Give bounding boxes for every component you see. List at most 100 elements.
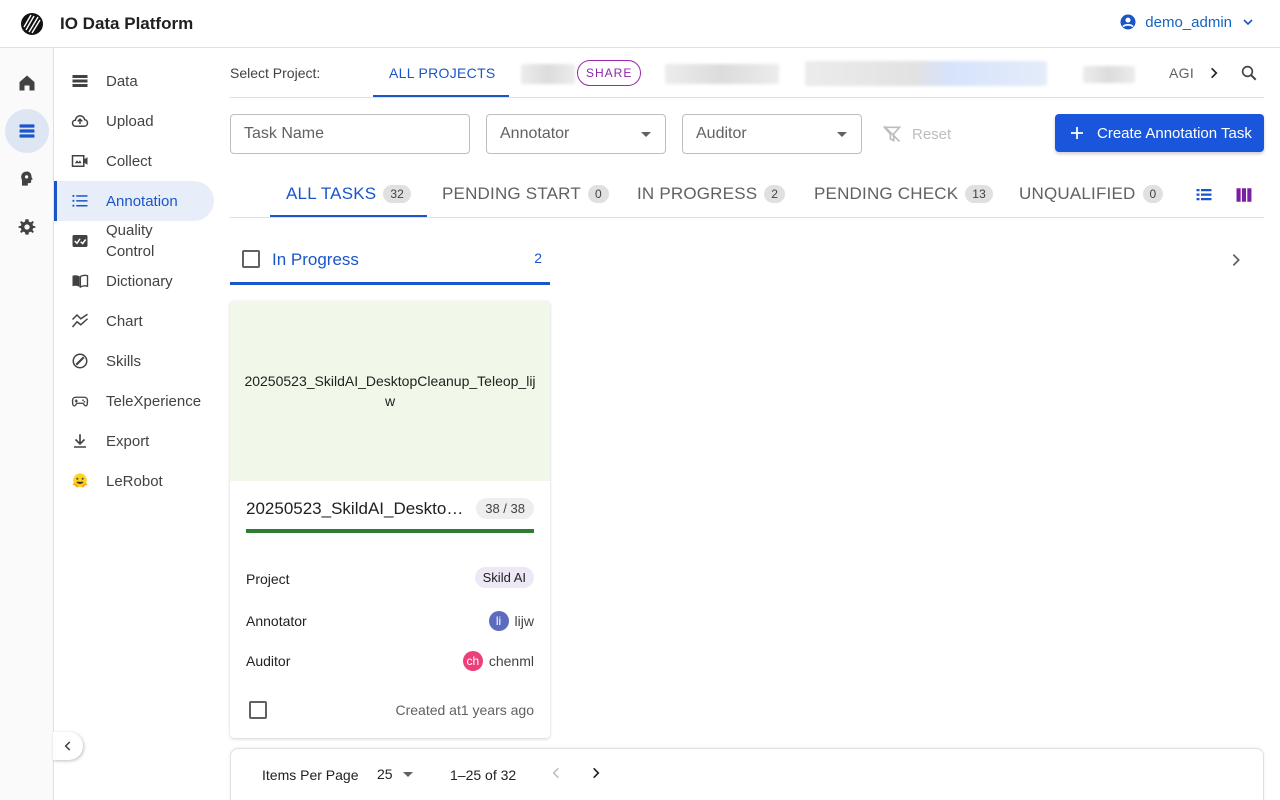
sidebar-item-export[interactable]: Export — [54, 421, 214, 461]
sidebar-item-quality-control[interactable]: Quality Control — [54, 221, 214, 261]
column-select-checkbox[interactable] — [242, 250, 260, 268]
column-header-in-progress: In Progress 2 — [230, 237, 550, 285]
task-title: 20250523_SkildAI_DesktopCleanup_Teleop_l… — [246, 499, 466, 518]
home-icon — [19, 75, 35, 91]
rail-home-button[interactable] — [5, 61, 49, 105]
task-card[interactable]: 20250523_SkildAI_DesktopCleanup_Teleop_l… — [230, 301, 550, 738]
sidebar-item-telexperience[interactable]: TeleXperience — [54, 381, 214, 421]
items-per-page-select[interactable]: 25 — [377, 766, 413, 782]
items-per-page-label: Items Per Page — [262, 767, 359, 783]
chevron-left-icon — [64, 741, 71, 751]
collapse-sidebar-button[interactable] — [53, 732, 83, 760]
active-tab-indicator — [373, 95, 509, 97]
tab-unqualified[interactable]: UNQUALIFIED 0 — [1019, 184, 1164, 204]
column-title: In Progress — [272, 250, 359, 269]
dropdown-caret-icon — [837, 132, 847, 137]
rail-settings-button[interactable] — [5, 205, 49, 249]
sidebar-item-label: Skills — [106, 352, 142, 370]
tab-label: PENDING START — [442, 184, 581, 203]
rail-model-button[interactable] — [5, 157, 49, 201]
task-name-placeholder: Task Name — [244, 125, 325, 142]
tab-in-progress[interactable]: IN PROGRESS 2 — [637, 184, 786, 204]
icon-rail — [0, 48, 54, 800]
sidebar-item-data[interactable]: Data — [54, 61, 214, 101]
sidebar-nav: Data Upload Collect Annotation Quality C… — [54, 61, 214, 501]
list-view-icon[interactable] — [1194, 186, 1214, 204]
annotator-select-label: Annotator — [500, 125, 570, 142]
task-thumbnail[interactable]: 20250523_SkildAI_DesktopCleanup_Teleop_l… — [230, 301, 550, 481]
plus-icon — [1071, 127, 1083, 139]
sidebar-item-chart[interactable]: Chart — [54, 301, 214, 341]
chart-icon — [70, 311, 90, 331]
download-icon — [70, 431, 90, 451]
tab-label: PENDING CHECK — [814, 184, 959, 203]
redacted-project-tab[interactable] — [805, 61, 1047, 86]
tab-label: ALL TASKS — [286, 184, 377, 203]
redacted-project-tab[interactable] — [1083, 66, 1135, 83]
annotator-select[interactable]: Annotator — [486, 114, 666, 154]
avatar: li — [488, 611, 509, 631]
redacted-project-tab[interactable] — [521, 64, 575, 84]
top-app-bar: IO Data Platform demo_admin — [0, 0, 1280, 48]
board-view-icon[interactable] — [1234, 186, 1254, 204]
redacted-project-tab[interactable] — [665, 64, 779, 84]
filter-off-icon — [882, 125, 902, 143]
count-badge: 0 — [587, 185, 609, 203]
tab-label: UNQUALIFIED — [1019, 184, 1136, 203]
sidebar-item-lerobot[interactable]: LeRobot — [54, 461, 214, 501]
thumbnail-text: 20250523_SkildAI_DesktopCleanup_Teleop_l… — [244, 373, 536, 409]
project-chip: Skild AI — [474, 567, 534, 588]
dataset-icon — [19, 124, 35, 138]
items-per-page-value: 25 — [377, 766, 393, 782]
progress-bar — [246, 529, 534, 533]
progress-fill — [246, 529, 534, 533]
previous-page-icon[interactable] — [549, 765, 563, 781]
select-project-label: Select Project: — [230, 65, 321, 81]
share-chip: SHARE — [577, 60, 642, 86]
count-badge: 32 — [383, 185, 412, 203]
chevron-right-icon[interactable] — [1228, 252, 1244, 268]
brain-icon — [21, 171, 33, 186]
sidebar-item-skills[interactable]: Skills — [54, 341, 214, 381]
logo-icon — [21, 13, 43, 35]
sidebar-item-label: Dictionary — [106, 272, 173, 290]
search-icon[interactable] — [1240, 64, 1258, 82]
sidebar-item-annotation[interactable]: Annotation — [54, 181, 214, 221]
auditor-label: Auditor — [246, 653, 291, 669]
tab-label: IN PROGRESS — [637, 184, 758, 203]
project-tabs: Select Project: ALL PROJECTS SHARE AGI — [230, 50, 1264, 98]
storage-icon — [70, 71, 90, 91]
tab-all-projects[interactable]: ALL PROJECTS — [389, 65, 496, 81]
sidebar-item-collect[interactable]: Collect — [54, 141, 214, 181]
sidebar-item-upload[interactable]: Upload — [54, 101, 214, 141]
tab-pending-start[interactable]: PENDING START 0 — [442, 184, 609, 204]
rail-dataset-button[interactable] — [5, 109, 49, 153]
annotator-value: li lijw — [488, 611, 534, 631]
reset-button[interactable]: Reset — [882, 124, 951, 144]
next-page-icon[interactable] — [589, 765, 603, 781]
gamepad-icon — [70, 391, 90, 411]
task-select-checkbox[interactable] — [249, 701, 267, 719]
skills-icon — [70, 351, 90, 371]
chevron-right-icon[interactable] — [1207, 66, 1221, 80]
count-badge: 0 — [1142, 185, 1164, 203]
settings-icon — [18, 219, 36, 235]
auditor-select[interactable]: Auditor — [682, 114, 862, 154]
auditor-select-label: Auditor — [696, 125, 747, 142]
sidebar-item-label: Quality Control — [106, 222, 155, 260]
sidebar-item-label: Data — [106, 72, 138, 90]
list-icon — [70, 191, 90, 211]
user-menu[interactable]: demo_admin — [1119, 13, 1256, 31]
task-name-input[interactable]: Task Name — [230, 114, 470, 154]
project-value: Skild AI — [474, 567, 534, 588]
project-label: Project — [246, 571, 290, 587]
tab-all-tasks[interactable]: ALL TASKS 32 — [286, 184, 412, 204]
sidebar-item-dictionary[interactable]: Dictionary — [54, 261, 214, 301]
tab-agi[interactable]: AGI — [1169, 65, 1194, 81]
page-range: 1–25 of 32 — [450, 767, 517, 783]
count-badge: 13 — [965, 185, 994, 203]
reset-label: Reset — [912, 125, 952, 143]
create-annotation-task-button[interactable]: Create Annotation Task — [1055, 114, 1264, 152]
tab-pending-check[interactable]: PENDING CHECK 13 — [814, 184, 994, 204]
sidebar-item-label: LeRobot — [106, 472, 163, 490]
